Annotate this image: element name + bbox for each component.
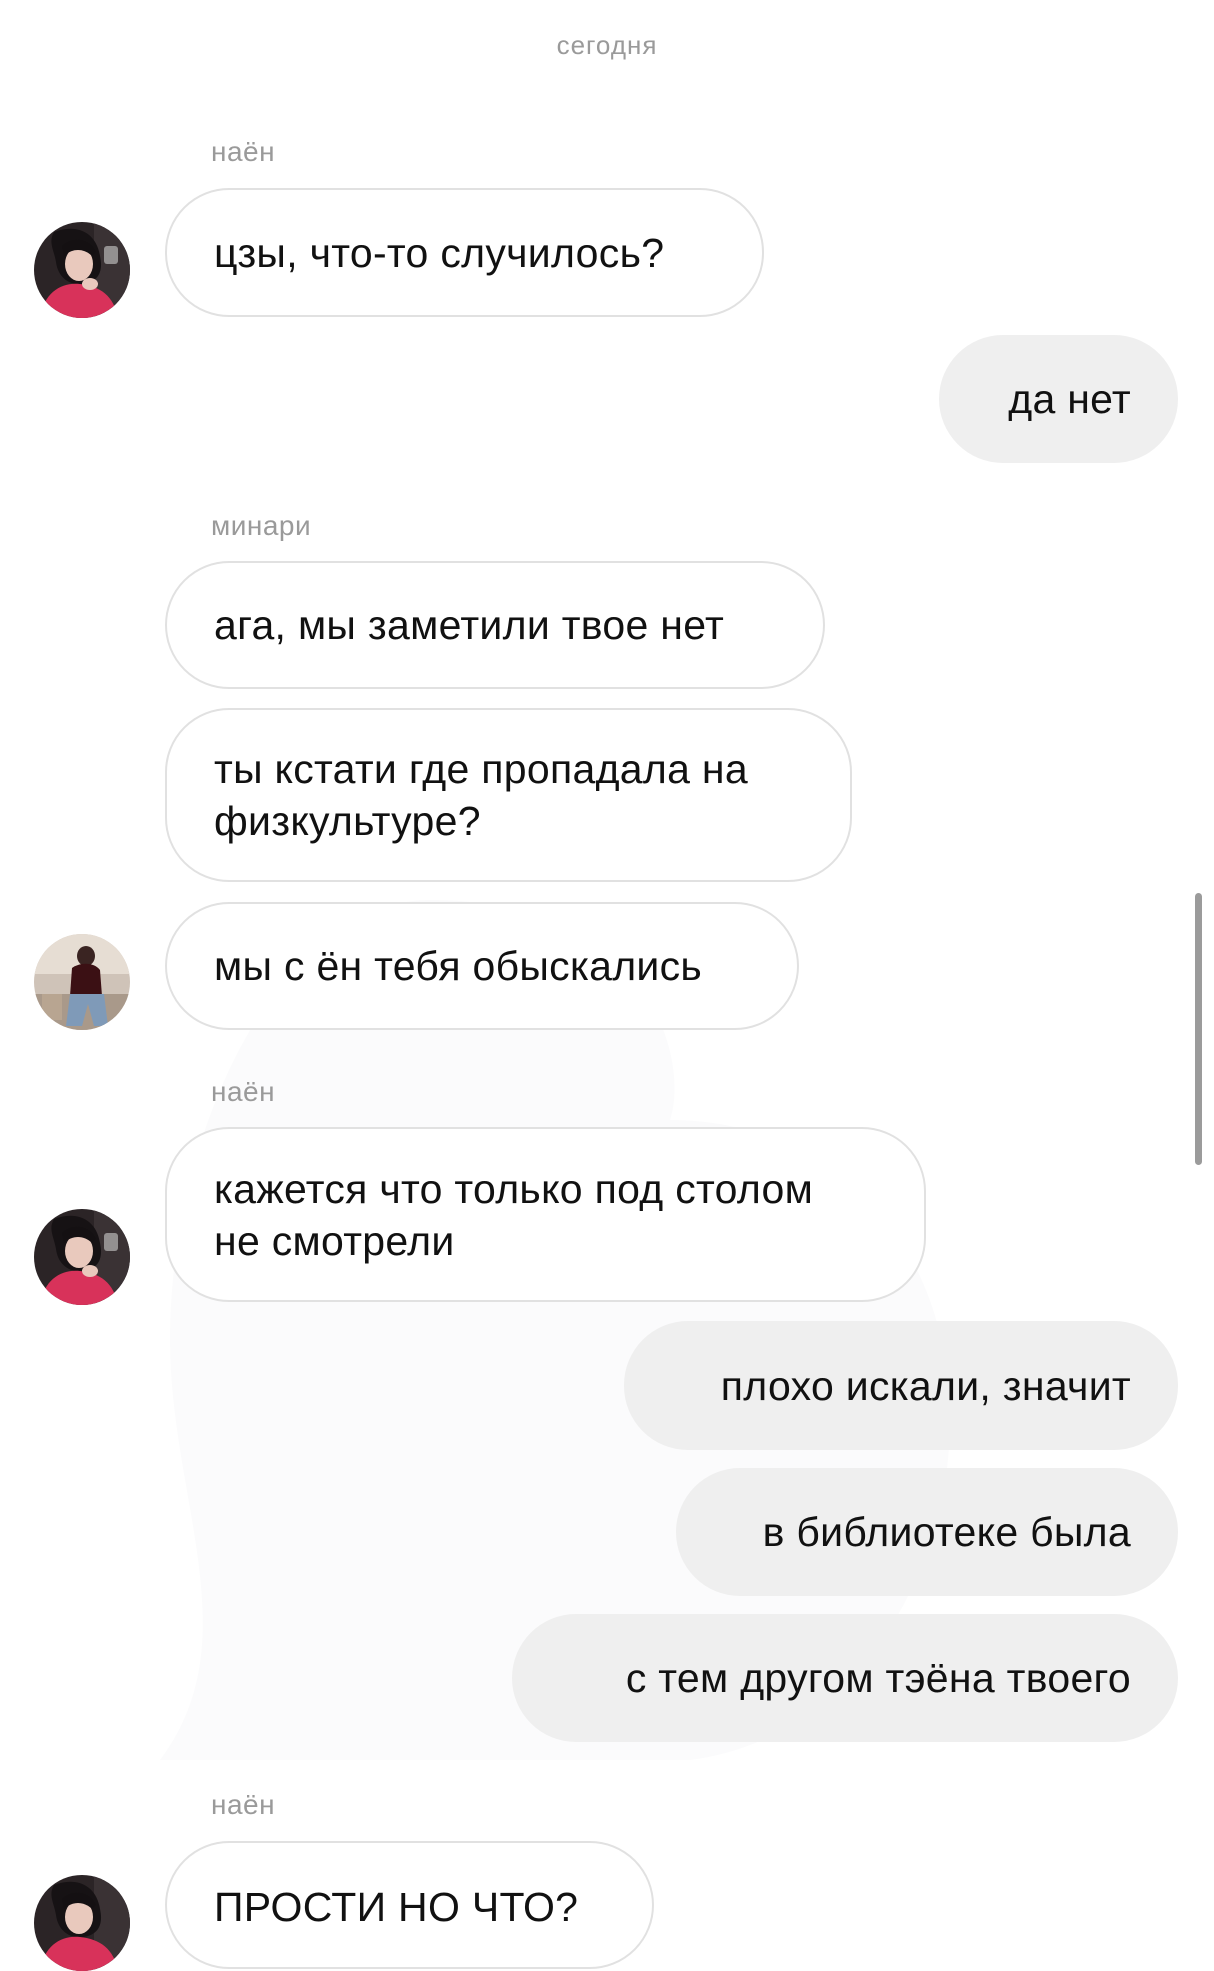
message-bubble-incoming[interactable]: ага, мы заметили твое нет [165,561,825,689]
sender-name: наён [211,1789,276,1820]
message-bubble-outgoing[interactable]: плохо искали, значит [624,1321,1178,1450]
sender-name: наён [211,1076,276,1107]
avatar-nayeon-icon[interactable] [34,1209,130,1305]
message-bubble-outgoing[interactable]: да нет [939,335,1178,463]
message-bubble-incoming[interactable]: ты кстати где пропадала на физкультуре? [165,708,852,882]
message-bubble-outgoing[interactable]: в библиотеке была [676,1468,1178,1596]
message-bubble-incoming[interactable]: мы с ён тебя обыскались [165,902,799,1030]
avatar-nayeon-icon[interactable] [34,1875,130,1971]
message-bubble-incoming[interactable]: ПРОСТИ НО ЧТО? [165,1841,654,1969]
avatar-nayeon-icon[interactable] [34,222,130,318]
message-bubble-outgoing[interactable]: с тем другом тэёна твоего [512,1614,1178,1742]
avatar-minari-icon[interactable] [34,934,130,1030]
message-bubble-incoming[interactable]: цзы, что-то случилось? [165,188,764,317]
date-divider: сегодня [556,30,658,60]
sender-name: наён [211,136,276,167]
sender-name: минари [211,510,312,541]
message-bubble-incoming[interactable]: кажется что только под столом не смотрел… [165,1127,926,1302]
scrollbar[interactable] [1195,893,1202,1165]
chat-thread[interactable]: сегодня наён цзы, что-то случилось? да н… [0,0,1214,1971]
